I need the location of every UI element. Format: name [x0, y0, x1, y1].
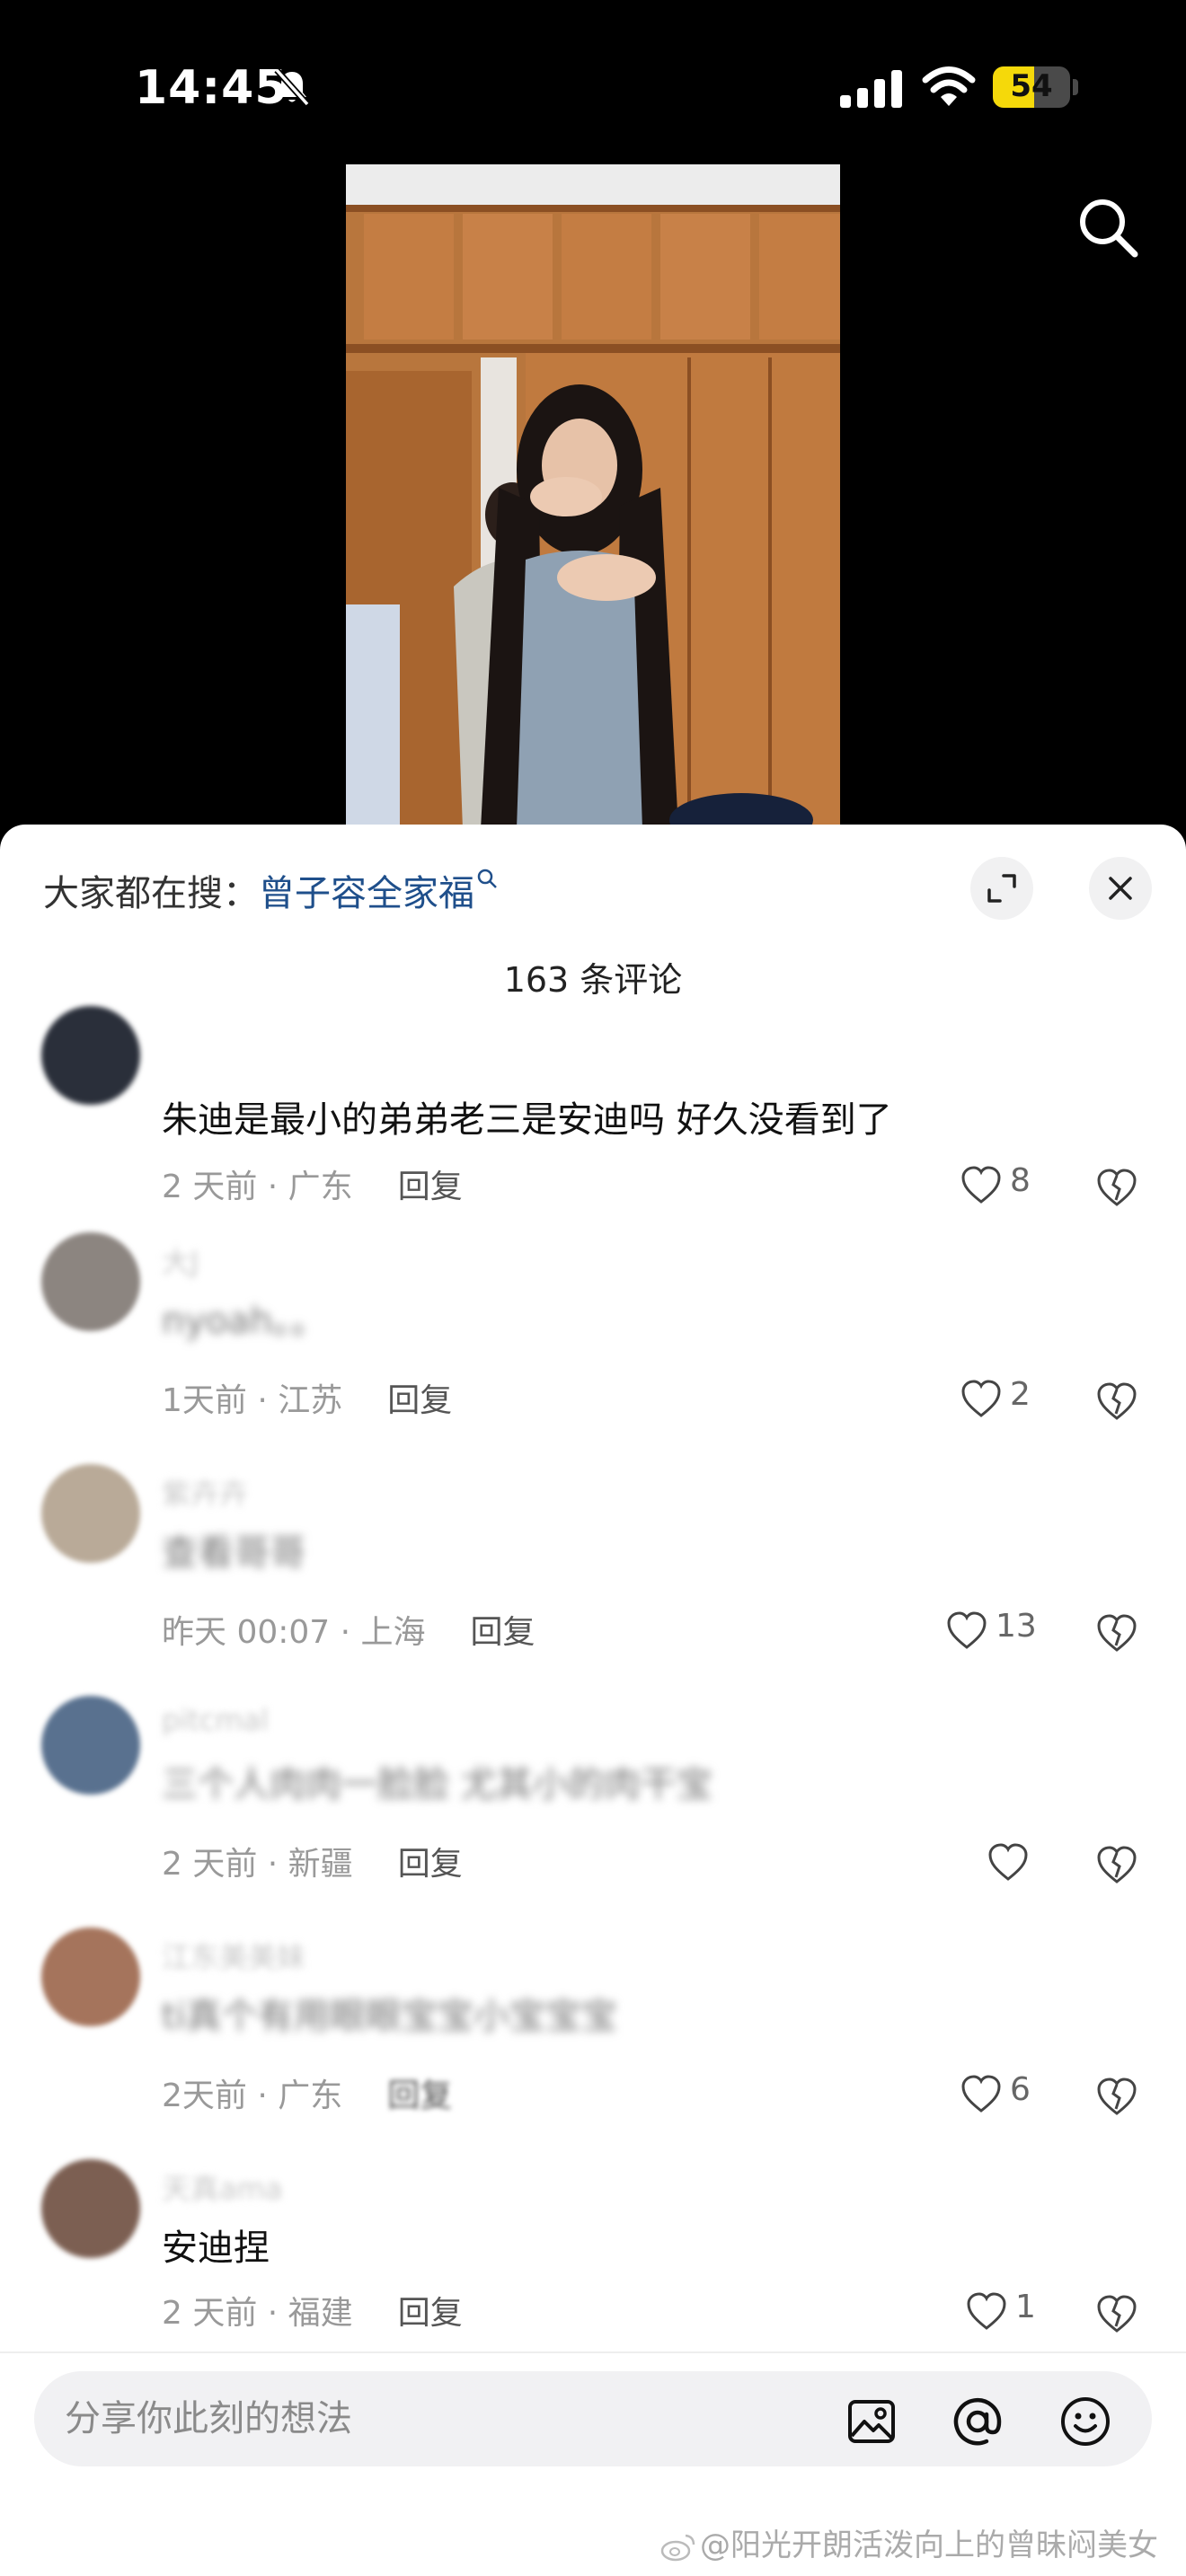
comment-item: 江东美美妹 ti真个有用眼眼宝宝小宝宝宝 2天前 · 广东 回复 6	[0, 1928, 1186, 2159]
like-count: 13	[996, 1608, 1037, 1645]
bell-muted-icon	[274, 67, 310, 107]
broken-heart-icon[interactable]	[1094, 2075, 1139, 2118]
comments-sheet: 大家都在搜：曾子容全家福 163 条评论 朱迪是最小的弟弟老三是安迪吗 好久没看…	[0, 825, 1186, 2576]
wifi-icon	[922, 66, 976, 106]
reply-button[interactable]: 回复	[387, 1382, 452, 1419]
close-button[interactable]	[1089, 857, 1152, 920]
heart-icon	[988, 1843, 1028, 1881]
like-count: 6	[1010, 2071, 1031, 2108]
trending-prefix: 大家都在搜：	[43, 873, 259, 914]
broken-heart-icon[interactable]	[1094, 1843, 1139, 1886]
status-bar: 14:45 54	[0, 0, 1186, 171]
comment-meta: 2 天前 · 广东 回复	[162, 1160, 463, 1207]
comment-item: 大J nyoah。。 1天前 · 江苏 回复 2	[0, 1232, 1186, 1464]
divider	[0, 2351, 1186, 2353]
comment-text: 安迪捏	[162, 2228, 270, 2269]
avatar[interactable]	[41, 1696, 140, 1795]
expand-button[interactable]	[970, 857, 1033, 920]
comment-text: ti真个有用眼眼宝宝小宝宝宝	[162, 1996, 617, 2037]
search-icon[interactable]	[1074, 193, 1142, 261]
comment-meta: 昨天 00:07 · 上海 回复	[162, 1606, 535, 1653]
like-button[interactable]: 8	[960, 1160, 1076, 1211]
watermark-text: @阳光开朗活泼向上的曾昧闷美女	[700, 2527, 1158, 2563]
broken-heart-icon[interactable]	[1094, 2292, 1139, 2335]
search-icon	[477, 869, 497, 888]
expand-icon	[987, 874, 1016, 903]
comment-item: 紫卉卉 查看哥哥 昨天 00:07 · 上海 回复 13	[0, 1464, 1186, 1696]
mention-icon[interactable]	[951, 2395, 1005, 2448]
heart-icon	[961, 2075, 1001, 2113]
avatar[interactable]	[41, 1464, 140, 1563]
comment-text: 朱迪是最小的弟弟老三是安迪吗 好久没看到了	[162, 1099, 892, 1141]
avatar[interactable]	[41, 1232, 140, 1331]
comment-text: 查看哥哥	[162, 1532, 305, 1574]
like-count: 1	[1015, 2289, 1036, 2325]
heart-icon	[947, 1611, 987, 1649]
comment-count: 163 条评论	[503, 960, 683, 1000]
commenter-name[interactable]: 天真ama	[162, 2166, 282, 2208]
broken-heart-icon[interactable]	[1094, 1166, 1139, 1209]
status-time: 14:45	[135, 61, 288, 115]
avatar[interactable]	[41, 2159, 140, 2258]
commenter-name[interactable]: pitcmal	[162, 1703, 269, 1737]
like-button[interactable]: 1	[965, 2287, 1082, 2337]
commenter-name[interactable]: 紫卉卉	[162, 1471, 248, 1513]
comment-time-location: 1天前 · 江苏	[162, 1382, 343, 1419]
avatar[interactable]	[41, 1928, 140, 2026]
reply-button[interactable]: 回复	[471, 1614, 535, 1651]
comment-time-location: 2 天前 · 福建	[162, 2295, 353, 2332]
comment-time-location: 2天前 · 广东	[162, 2078, 343, 2114]
weibo-logo-icon	[660, 2534, 695, 2561]
battery-indicator: 54	[993, 66, 1079, 108]
comment-time-location: 2 天前 · 广东	[162, 1169, 353, 1205]
emoji-icon[interactable]	[1058, 2395, 1112, 2448]
video-player[interactable]	[346, 164, 840, 829]
commenter-name[interactable]: 大J	[162, 1239, 199, 1281]
comment-text: nyoah。。	[162, 1301, 327, 1342]
comment-input-bar	[34, 2371, 1152, 2466]
comment-item: pitcmal 三个人肉肉一脸脸 尤其小的肉干宝 2 天前 · 新疆 回复	[0, 1696, 1186, 1928]
comment-item: 天真ama 安迪捏 2 天前 · 福建 回复 1	[0, 2159, 1186, 2391]
avatar[interactable]	[41, 1006, 140, 1105]
comment-meta: 2 天前 · 福建 回复	[162, 2287, 463, 2333]
battery-level-text: 54	[1010, 68, 1053, 104]
like-button[interactable]: 2	[960, 1374, 1076, 1425]
like-count: 2	[1010, 1376, 1031, 1413]
like-button[interactable]: 6	[960, 2069, 1076, 2120]
image-icon[interactable]	[845, 2395, 898, 2448]
like-button[interactable]: 13	[945, 1606, 1062, 1656]
comment-text: 三个人肉肉一脸脸 尤其小的肉干宝	[162, 1764, 712, 1805]
broken-heart-icon[interactable]	[1094, 1611, 1139, 1654]
heart-icon	[961, 1166, 1001, 1204]
heart-icon	[961, 1380, 1001, 1417]
reply-button[interactable]: 回复	[398, 2295, 463, 2332]
reply-button[interactable]: 回复	[387, 2078, 452, 2114]
comment-time-location: 昨天 00:07 · 上海	[162, 1614, 426, 1651]
watermark: @阳光开朗活泼向上的曾昧闷美女	[660, 2520, 1158, 2564]
commenter-name[interactable]: 江东美美妹	[162, 1935, 305, 1976]
comment-input[interactable]	[65, 2391, 837, 2447]
comment-time-location: 2 天前 · 新疆	[162, 1846, 353, 1883]
close-icon	[1109, 877, 1132, 900]
comment-item: 朱迪是最小的弟弟老三是安迪吗 好久没看到了 2 天前 · 广东 回复 8	[0, 1006, 1186, 1248]
reply-button[interactable]: 回复	[398, 1846, 463, 1883]
like-count: 8	[1010, 1162, 1031, 1199]
comment-meta: 1天前 · 江苏 回复	[162, 1374, 452, 1421]
cellular-signal-icon	[840, 70, 902, 108]
reply-button[interactable]: 回复	[398, 1169, 463, 1205]
trending-keyword[interactable]: 曾子容全家福	[259, 873, 474, 914]
comment-meta: 2 天前 · 新疆 回复	[162, 1838, 463, 1884]
trending-search[interactable]: 大家都在搜：曾子容全家福	[43, 864, 500, 916]
heart-icon	[967, 2292, 1006, 2330]
like-button[interactable]	[987, 1838, 1103, 1888]
comment-meta: 2天前 · 广东 回复	[162, 2069, 452, 2116]
broken-heart-icon[interactable]	[1094, 1380, 1139, 1423]
